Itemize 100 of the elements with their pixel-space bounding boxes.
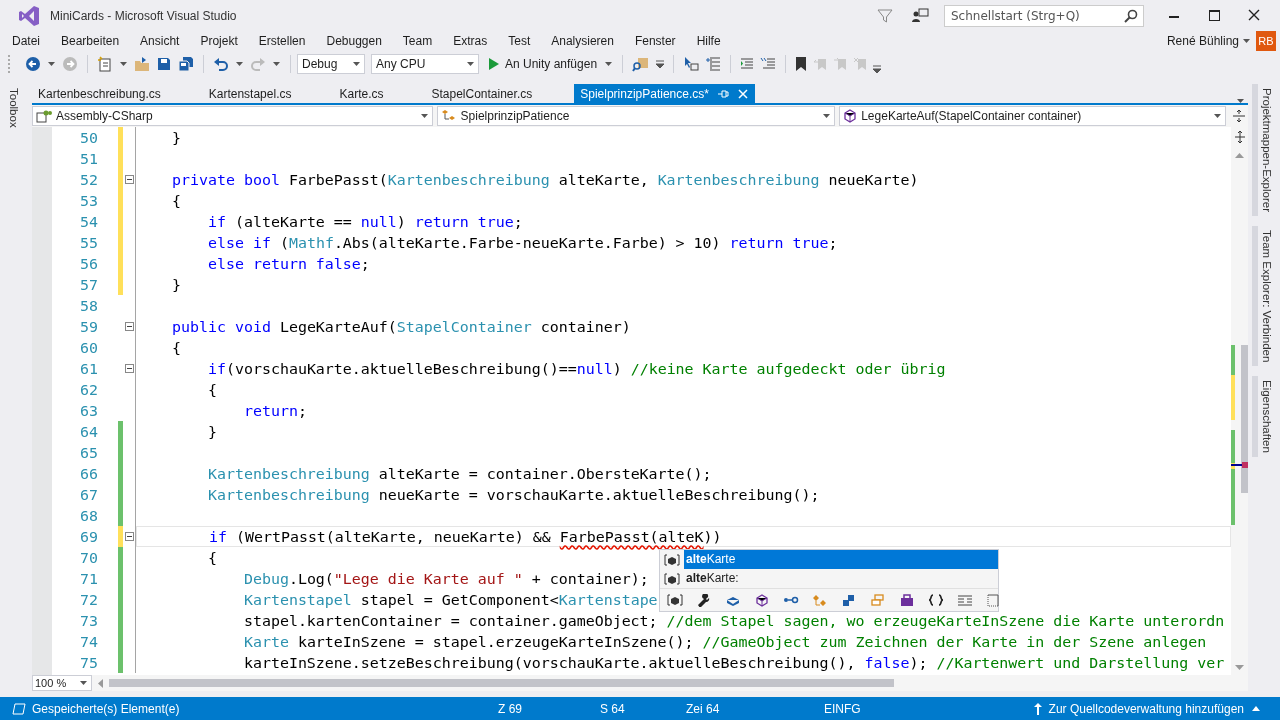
caret-icon[interactable]: [1243, 39, 1250, 43]
line-number: 58: [79, 296, 99, 315]
dropdown-arrow-icon[interactable]: [420, 114, 428, 118]
source-control-button[interactable]: Zur Quellcodeverwaltung hinzufügen: [1048, 701, 1244, 716]
split-handle-icon[interactable]: [1234, 131, 1245, 143]
menu-item[interactable]: Ansicht: [133, 34, 194, 48]
zoom-dropdown[interactable]: 100 %: [32, 675, 92, 691]
collapse-icon[interactable]: [125, 532, 134, 541]
member-dropdown[interactable]: LegeKarteAuf(StapelContainer container): [839, 106, 1226, 126]
code-line: karteInSzene.setzeBeschreibung(vorschauKarte.aktuelleBeschreibung(), false); //Kartenwert und Darstellung ver: [242, 653, 1225, 672]
menu-item[interactable]: Fenster: [627, 34, 690, 48]
save-all-icon[interactable]: [178, 56, 194, 72]
toolbar-overflow-icon[interactable]: [656, 60, 665, 68]
namespace-icon[interactable]: [928, 593, 944, 607]
expand-up-icon[interactable]: [1252, 706, 1260, 711]
caret-icon[interactable]: [273, 62, 280, 66]
code-line: }: [170, 128, 181, 147]
line-number: 55: [79, 233, 99, 252]
code-line: if (WertPasst(alteKarte, neueKarte) && FarbePasst(alteK)): [207, 527, 722, 546]
line-number: 52: [79, 170, 99, 189]
split-window-icon[interactable]: [1232, 109, 1246, 123]
feedback-icon[interactable]: [911, 8, 929, 24]
toolbox-tab[interactable]: Toolbox: [6, 84, 22, 132]
line-number: 51: [79, 149, 99, 168]
visual-studio-logo-icon: [18, 5, 40, 27]
project-dropdown[interactable]: Assembly-CSharp: [32, 106, 433, 126]
line-number: 68: [79, 506, 99, 525]
search-field[interactable]: Schnellstart (Strg+Q): [944, 5, 1144, 27]
platform-dropdown[interactable]: Any CPU: [371, 54, 479, 74]
save-icon[interactable]: [156, 56, 172, 72]
type-dropdown[interactable]: SpielprinzipPatience: [436, 106, 836, 126]
pin-icon[interactable]: [716, 87, 729, 100]
caret-icon[interactable]: [120, 62, 127, 66]
user-avatar[interactable]: RB: [1256, 31, 1276, 51]
structure-icon[interactable]: [841, 593, 857, 607]
line-number: 56: [79, 254, 99, 273]
line-number: 72: [79, 590, 99, 609]
configuration-dropdown[interactable]: Debug: [297, 54, 365, 74]
collapse-icon[interactable]: [125, 322, 134, 331]
menu-item[interactable]: Projekt: [193, 34, 252, 48]
menu-item[interactable]: Analysieren: [544, 34, 628, 48]
keyword-icon[interactable]: [986, 593, 1002, 607]
document-tab[interactable]: SpielprinzipPatience.cs*: [574, 84, 755, 103]
new-item-icon[interactable]: [97, 56, 113, 72]
menu-item[interactable]: Datei: [5, 34, 54, 48]
code-line: return;: [242, 401, 307, 420]
wrench-icon[interactable]: [696, 593, 712, 607]
code-line: {: [206, 548, 217, 567]
dropdown-arrow-icon[interactable]: [823, 114, 831, 118]
dropdown-arrow-icon[interactable]: [1214, 114, 1221, 118]
code-line: private bool FarbePasst(Kartenbeschreibung alteKarte, Kartenbeschreibung neueKarte): [170, 170, 919, 189]
scroll-up-icon[interactable]: [1235, 153, 1244, 158]
line-number: 67: [79, 485, 99, 504]
open-folder-icon[interactable]: [134, 56, 150, 72]
method-icon[interactable]: [754, 593, 770, 607]
collapse-icon[interactable]: [125, 175, 134, 184]
collapse-icon[interactable]: [125, 364, 134, 373]
briefcase-icon[interactable]: [899, 593, 915, 607]
horizontal-scrollbar-thumb[interactable]: [109, 679, 894, 687]
filter-icon[interactable]: [877, 8, 893, 24]
back-icon[interactable]: [25, 56, 41, 72]
document-tab[interactable]: Kartenstapel.cs: [202, 84, 298, 103]
line-number: 63: [79, 401, 99, 420]
window-title: MiniCards - Microsoft Visual Studio: [50, 9, 237, 23]
status-message-icon: [12, 702, 26, 715]
document-tab[interactable]: Karte.cs: [333, 84, 390, 103]
scroll-left-icon[interactable]: [98, 678, 103, 688]
menu-item[interactable]: Erstellen: [251, 34, 320, 48]
code-line: }: [170, 275, 181, 294]
user-name[interactable]: René Bühling: [1166, 34, 1239, 48]
line-number: 53: [79, 191, 99, 210]
select-pointer-icon[interactable]: [683, 56, 700, 72]
undo-icon[interactable]: [213, 56, 229, 72]
menu-item[interactable]: Team: [395, 34, 447, 48]
menu-item[interactable]: Hilfe: [689, 34, 735, 48]
menu-item[interactable]: Debuggen: [319, 34, 396, 48]
menu-item[interactable]: Test: [501, 34, 545, 48]
line-number: 69: [79, 527, 99, 546]
dropdown-arrow-icon[interactable]: [467, 62, 474, 66]
menu-item[interactable]: Bearbeiten: [54, 34, 134, 48]
caret-icon[interactable]: [48, 62, 55, 66]
document-tab[interactable]: Kartenbeschreibung.cs: [32, 84, 167, 103]
completion-item[interactable]: alteKarte:: [660, 569, 998, 588]
local-variable-icon[interactable]: [667, 593, 683, 607]
dropdown-arrow-icon[interactable]: [353, 62, 360, 66]
code-line: stapel.kartenContainer = container.gameObject; //dem Stapel sagen, wo erzeugeKarteInSzene die Karte unterordn: [242, 611, 1225, 630]
close-icon[interactable]: [736, 87, 749, 100]
line-number: 65: [79, 443, 99, 462]
dropdown-arrow-icon[interactable]: [80, 681, 87, 685]
tab-list-arrow-icon[interactable]: [1237, 99, 1244, 103]
find-in-files-icon[interactable]: [632, 56, 651, 72]
menu-item[interactable]: Extras: [446, 34, 502, 48]
document-tab[interactable]: StapelContainer.cs: [425, 84, 539, 103]
caret-icon[interactable]: [236, 62, 243, 66]
scroll-down-icon[interactable]: [1235, 665, 1244, 670]
caret-icon[interactable]: [605, 62, 613, 66]
play-icon: [489, 58, 499, 70]
start-button[interactable]: An Unity anfügen: [485, 55, 602, 73]
bookmark-icon[interactable]: [795, 56, 808, 72]
toolbar-overflow-icon[interactable]: [873, 65, 882, 73]
